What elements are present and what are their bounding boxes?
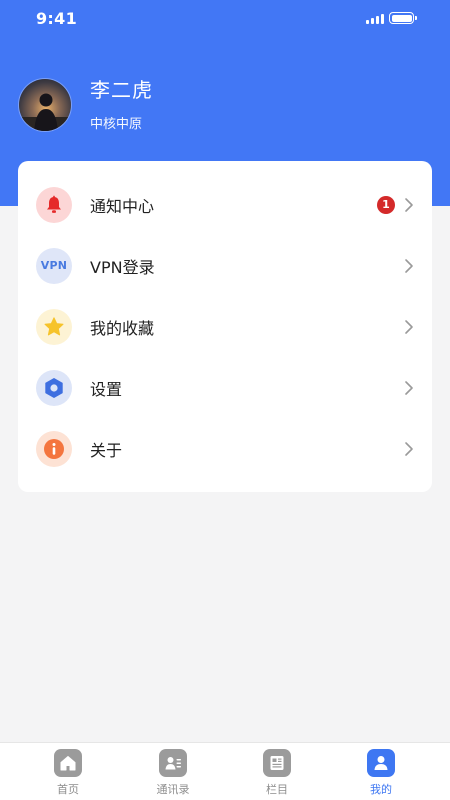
signal-icon — [366, 13, 384, 24]
notification-badge: 1 — [377, 195, 395, 214]
tab-label-profile: 我的 — [370, 783, 392, 796]
bell-icon — [36, 186, 72, 223]
battery-icon — [389, 12, 417, 24]
menu-label-favorites: 我的收藏 — [90, 318, 155, 338]
menu-label-notifications: 通知中心 — [90, 196, 155, 216]
menu-label-vpn-login: VPN登录 — [90, 257, 155, 277]
star-icon — [36, 308, 72, 345]
avatar[interactable] — [18, 77, 72, 132]
chevron-right-icon — [405, 197, 413, 212]
vpn-icon-text: VPN — [40, 259, 68, 272]
tab-label-columns: 栏目 — [266, 783, 288, 796]
menu-card: 通知中心 1 VPN VPN登录 我的收藏 设置 关于 — [18, 161, 432, 492]
status-icons — [366, 12, 417, 24]
menu-item-about[interactable]: 关于 — [18, 418, 432, 479]
menu-item-settings[interactable]: 设置 — [18, 357, 432, 418]
status-bar: 9:41 — [0, 0, 450, 38]
user-profile[interactable]: 李二虎 中核中原 — [18, 77, 153, 132]
chevron-right-icon — [405, 380, 413, 395]
status-time: 9:41 — [36, 9, 77, 28]
chevron-right-icon — [405, 258, 413, 273]
columns-icon — [263, 749, 291, 777]
tab-home[interactable]: 首页 — [38, 749, 98, 799]
chevron-right-icon — [405, 319, 413, 334]
tab-label-home: 首页 — [57, 783, 79, 796]
user-organization: 中核中原 — [90, 117, 143, 132]
vpn-icon: VPN — [36, 247, 72, 284]
user-name: 李二虎 — [90, 78, 153, 102]
hexagon-settings-icon — [36, 369, 72, 406]
tab-columns[interactable]: 栏目 — [247, 749, 307, 799]
bottom-tab-bar: 首页 通讯录 栏目 我的 — [0, 742, 450, 800]
menu-item-favorites[interactable]: 我的收藏 — [18, 296, 432, 357]
info-icon — [36, 430, 72, 467]
menu-item-vpn-login[interactable]: VPN VPN登录 — [18, 235, 432, 296]
menu-label-settings: 设置 — [90, 379, 123, 399]
menu-label-about: 关于 — [90, 440, 123, 460]
tab-label-contacts: 通讯录 — [156, 783, 190, 796]
profile-icon — [367, 749, 395, 777]
contacts-icon — [159, 749, 187, 777]
tab-contacts[interactable]: 通讯录 — [143, 749, 203, 799]
chevron-right-icon — [405, 441, 413, 456]
menu-item-notifications[interactable]: 通知中心 1 — [18, 174, 432, 235]
tab-profile[interactable]: 我的 — [351, 749, 411, 799]
home-icon — [54, 749, 82, 777]
